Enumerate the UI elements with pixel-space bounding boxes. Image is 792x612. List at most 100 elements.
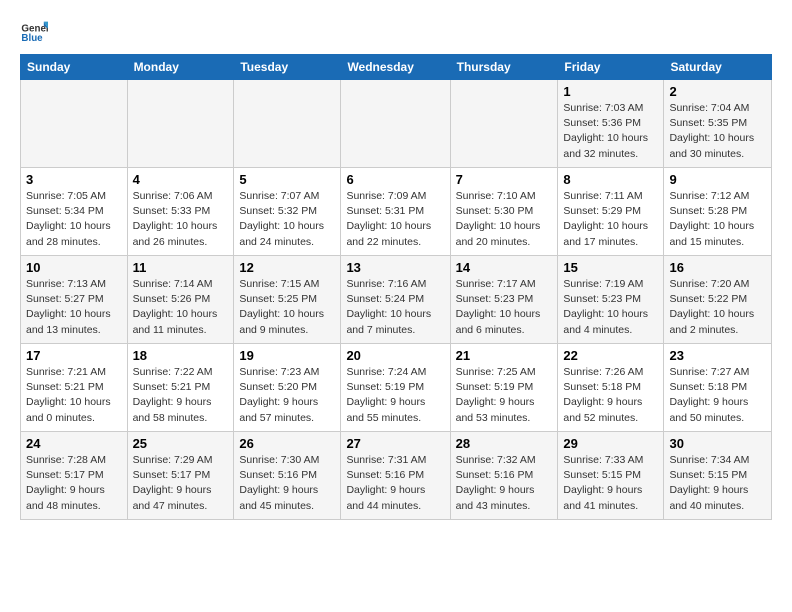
calendar-cell: 7 Sunrise: 7:10 AMSunset: 5:30 PMDaylight… [450, 168, 558, 256]
day-number: 21 [456, 348, 553, 363]
day-info: Sunrise: 7:34 AMSunset: 5:15 PMDaylight:… [669, 453, 766, 514]
day-info: Sunrise: 7:11 AMSunset: 5:29 PMDaylight:… [563, 189, 658, 250]
day-number: 12 [239, 260, 335, 275]
calendar-cell: 3 Sunrise: 7:05 AMSunset: 5:34 PMDaylight… [21, 168, 128, 256]
day-info: Sunrise: 7:03 AMSunset: 5:36 PMDaylight:… [563, 101, 658, 162]
calendar-cell: 4Sunrise: 7:06 AMSunset: 5:33 PMDaylight… [127, 168, 234, 256]
calendar-cell [127, 80, 234, 168]
day-number: 8 [563, 172, 658, 187]
day-info: Sunrise: 7:05 AMSunset: 5:34 PMDaylight:… [26, 189, 122, 250]
day-info: Sunrise: 7:19 AMSunset: 5:23 PMDaylight:… [563, 277, 658, 338]
day-info: Sunrise: 7:07 AMSunset: 5:32 PMDaylight:… [239, 189, 335, 250]
calendar-cell: 9Sunrise: 7:12 AMSunset: 5:28 PMDaylight… [664, 168, 772, 256]
calendar-week-row: 1 Sunrise: 7:03 AMSunset: 5:36 PMDaylight… [21, 80, 772, 168]
day-info: Sunrise: 7:26 AMSunset: 5:18 PMDaylight:… [563, 365, 658, 426]
calendar-cell: 23Sunrise: 7:27 AMSunset: 5:18 PMDayligh… [664, 344, 772, 432]
day-info: Sunrise: 7:21 AMSunset: 5:21 PMDaylight:… [26, 365, 122, 426]
calendar-cell: 30 Sunrise: 7:34 AMSunset: 5:15 PMDayligh… [664, 432, 772, 520]
day-header-sunday: Sunday [21, 55, 128, 80]
day-info: Sunrise: 7:29 AMSunset: 5:17 PMDaylight:… [133, 453, 229, 514]
day-number: 3 [26, 172, 122, 187]
calendar-cell: 2 Sunrise: 7:04 AMSunset: 5:35 PMDaylight… [664, 80, 772, 168]
day-number: 29 [563, 436, 658, 451]
day-number: 5 [239, 172, 335, 187]
day-number: 25 [133, 436, 229, 451]
calendar-cell: 26 Sunrise: 7:30 AMSunset: 5:16 PMDayligh… [234, 432, 341, 520]
day-header-saturday: Saturday [664, 55, 772, 80]
day-info: Sunrise: 7:22 AMSunset: 5:21 PMDaylight:… [133, 365, 229, 426]
calendar-cell: 19 Sunrise: 7:23 AMSunset: 5:20 PMDayligh… [234, 344, 341, 432]
day-number: 9 [669, 172, 766, 187]
day-number: 22 [563, 348, 658, 363]
calendar-cell: 18 Sunrise: 7:22 AMSunset: 5:21 PMDayligh… [127, 344, 234, 432]
day-info: Sunrise: 7:23 AMSunset: 5:20 PMDaylight:… [239, 365, 335, 426]
day-info: Sunrise: 7:33 AMSunset: 5:15 PMDaylight:… [563, 453, 658, 514]
day-number: 23 [669, 348, 766, 363]
calendar-cell: 21 Sunrise: 7:25 AMSunset: 5:19 PMDayligh… [450, 344, 558, 432]
day-header-monday: Monday [127, 55, 234, 80]
calendar-cell: 6 Sunrise: 7:09 AMSunset: 5:31 PMDaylight… [341, 168, 450, 256]
day-info: Sunrise: 7:13 AMSunset: 5:27 PMDaylight:… [26, 277, 122, 338]
day-number: 28 [456, 436, 553, 451]
day-number: 2 [669, 84, 766, 99]
day-header-friday: Friday [558, 55, 664, 80]
calendar-week-row: 24 Sunrise: 7:28 AMSunset: 5:17 PMDayligh… [21, 432, 772, 520]
logo: General Blue [20, 16, 52, 44]
day-number: 16 [669, 260, 766, 275]
day-number: 14 [456, 260, 553, 275]
calendar-cell: 17 Sunrise: 7:21 AMSunset: 5:21 PMDayligh… [21, 344, 128, 432]
calendar-week-row: 10 Sunrise: 7:13 AMSunset: 5:27 PMDayligh… [21, 256, 772, 344]
day-number: 27 [346, 436, 444, 451]
day-info: Sunrise: 7:09 AMSunset: 5:31 PMDaylight:… [346, 189, 444, 250]
day-number: 20 [346, 348, 444, 363]
svg-text:Blue: Blue [21, 33, 43, 44]
day-info: Sunrise: 7:06 AMSunset: 5:33 PMDaylight:… [133, 189, 229, 250]
calendar-cell: 14 Sunrise: 7:17 AMSunset: 5:23 PMDayligh… [450, 256, 558, 344]
day-info: Sunrise: 7:10 AMSunset: 5:30 PMDaylight:… [456, 189, 553, 250]
calendar-cell: 29 Sunrise: 7:33 AMSunset: 5:15 PMDayligh… [558, 432, 664, 520]
day-info: Sunrise: 7:32 AMSunset: 5:16 PMDaylight:… [456, 453, 553, 514]
day-number: 17 [26, 348, 122, 363]
day-header-tuesday: Tuesday [234, 55, 341, 80]
day-info: Sunrise: 7:28 AMSunset: 5:17 PMDaylight:… [26, 453, 122, 514]
day-info: Sunrise: 7:04 AMSunset: 5:35 PMDaylight:… [669, 101, 766, 162]
calendar-cell: 28 Sunrise: 7:32 AMSunset: 5:16 PMDayligh… [450, 432, 558, 520]
day-info: Sunrise: 7:17 AMSunset: 5:23 PMDaylight:… [456, 277, 553, 338]
calendar-header-row: SundayMondayTuesdayWednesdayThursdayFrid… [21, 55, 772, 80]
day-info: Sunrise: 7:16 AMSunset: 5:24 PMDaylight:… [346, 277, 444, 338]
day-number: 11 [133, 260, 229, 275]
calendar-cell: 24 Sunrise: 7:28 AMSunset: 5:17 PMDayligh… [21, 432, 128, 520]
calendar-cell: 5 Sunrise: 7:07 AMSunset: 5:32 PMDaylight… [234, 168, 341, 256]
day-number: 6 [346, 172, 444, 187]
calendar-cell: 27 Sunrise: 7:31 AMSunset: 5:16 PMDayligh… [341, 432, 450, 520]
day-number: 1 [563, 84, 658, 99]
day-info: Sunrise: 7:31 AMSunset: 5:16 PMDaylight:… [346, 453, 444, 514]
day-info: Sunrise: 7:25 AMSunset: 5:19 PMDaylight:… [456, 365, 553, 426]
calendar-cell: 22 Sunrise: 7:26 AMSunset: 5:18 PMDayligh… [558, 344, 664, 432]
day-info: Sunrise: 7:14 AMSunset: 5:26 PMDaylight:… [133, 277, 229, 338]
calendar-week-row: 17 Sunrise: 7:21 AMSunset: 5:21 PMDayligh… [21, 344, 772, 432]
calendar-cell [450, 80, 558, 168]
day-number: 13 [346, 260, 444, 275]
day-number: 26 [239, 436, 335, 451]
calendar: SundayMondayTuesdayWednesdayThursdayFrid… [20, 54, 772, 520]
day-number: 10 [26, 260, 122, 275]
calendar-cell: 25 Sunrise: 7:29 AMSunset: 5:17 PMDayligh… [127, 432, 234, 520]
day-number: 24 [26, 436, 122, 451]
day-info: Sunrise: 7:20 AMSunset: 5:22 PMDaylight:… [669, 277, 766, 338]
calendar-cell [21, 80, 128, 168]
day-number: 18 [133, 348, 229, 363]
calendar-week-row: 3 Sunrise: 7:05 AMSunset: 5:34 PMDaylight… [21, 168, 772, 256]
day-info: Sunrise: 7:30 AMSunset: 5:16 PMDaylight:… [239, 453, 335, 514]
day-info: Sunrise: 7:24 AMSunset: 5:19 PMDaylight:… [346, 365, 444, 426]
calendar-cell: 16 Sunrise: 7:20 AMSunset: 5:22 PMDayligh… [664, 256, 772, 344]
calendar-cell: 10 Sunrise: 7:13 AMSunset: 5:27 PMDayligh… [21, 256, 128, 344]
calendar-cell: 15 Sunrise: 7:19 AMSunset: 5:23 PMDayligh… [558, 256, 664, 344]
day-header-thursday: Thursday [450, 55, 558, 80]
day-number: 30 [669, 436, 766, 451]
day-number: 19 [239, 348, 335, 363]
calendar-cell: 20 Sunrise: 7:24 AMSunset: 5:19 PMDayligh… [341, 344, 450, 432]
header: General Blue [20, 16, 772, 44]
day-number: 7 [456, 172, 553, 187]
day-number: 15 [563, 260, 658, 275]
